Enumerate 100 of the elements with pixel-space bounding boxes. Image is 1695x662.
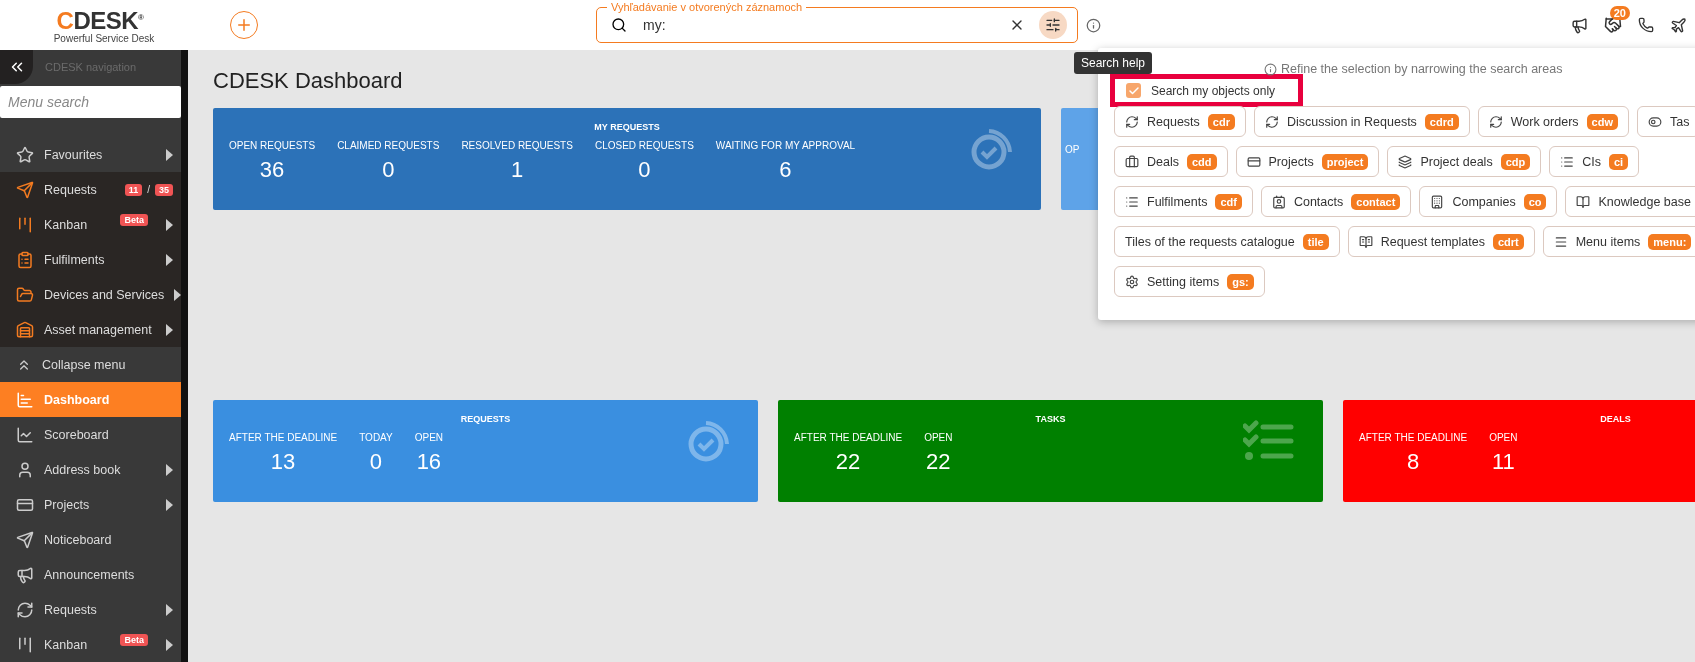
plus-icon — [235, 16, 253, 34]
shortcut-tag: cdd — [1186, 153, 1217, 170]
collapse-menu-item[interactable]: Collapse menu — [0, 347, 181, 383]
metric-value: 6 — [779, 157, 792, 183]
separator: / — [147, 184, 150, 196]
search-area-chip[interactable]: Request templates cdrt — [1347, 226, 1535, 257]
sidebar-item[interactable]: Scoreboard — [0, 417, 181, 453]
sidebar-item[interactable]: Requests 11 / 35 — [0, 172, 181, 208]
shortcut-tag: cdrd — [1424, 113, 1459, 130]
shortcut-tag: cdr — [1207, 113, 1235, 130]
search-area-chip[interactable]: Requests cdr — [1114, 106, 1246, 137]
shortcut-tag: cdw — [1586, 113, 1618, 130]
shortcut-tag: contact — [1351, 193, 1401, 210]
checkbox-label[interactable]: Search my objects only — [1151, 83, 1276, 98]
sidebar-item[interactable]: Devices and Services — [0, 277, 181, 313]
menu-search-field[interactable]: Menu search — [0, 86, 181, 119]
tile-title: DEALS — [1600, 414, 1631, 424]
page-title: CDESK Dashboard — [213, 68, 403, 94]
sidebar-item[interactable]: Requests — [0, 592, 181, 628]
beta-tag: Beta — [120, 633, 148, 646]
metric-label: AFTER THE DEADLINE — [794, 432, 903, 443]
metric-label: AFTER THE DEADLINE — [229, 432, 338, 443]
beta-tag: Beta — [120, 213, 148, 226]
arrow-icon — [166, 498, 173, 511]
sidebar-item[interactable]: Favourites — [0, 137, 181, 173]
checkbox[interactable] — [1126, 83, 1141, 98]
cycle-icon — [1264, 114, 1279, 129]
metric-value: 11 — [1491, 449, 1515, 475]
metric-label: TODAY — [359, 432, 393, 443]
notification-badge: 20 — [1609, 6, 1630, 20]
metric-label: WAITING FOR MY APPROVAL — [715, 140, 856, 151]
search-area-chip[interactable]: Companies co — [1419, 186, 1558, 217]
shortcut-tag: co — [1523, 193, 1547, 210]
count-badge: 11 — [124, 183, 143, 196]
metric-value: 0 — [382, 157, 395, 183]
metric-value: 8 — [1406, 449, 1420, 475]
search-area-chip[interactable]: Menu items menu: — [1542, 226, 1695, 257]
hint-text: Refine the selection by narrowing the search areas — [1281, 62, 1563, 76]
info-icon — [1264, 62, 1277, 76]
search-area-chip[interactable]: CIs ci — [1549, 146, 1640, 177]
handshake-icon[interactable] — [1604, 16, 1622, 34]
metric-value: 22 — [926, 449, 951, 475]
arrow-icon — [166, 148, 173, 161]
search-area-chip[interactable]: Discussion in Requests cdrd — [1253, 106, 1470, 137]
metric-value: 36 — [259, 157, 285, 183]
search-area-chip[interactable]: Tas — [1636, 106, 1695, 137]
contact-card-icon — [1271, 194, 1286, 209]
info-icon[interactable] — [1086, 17, 1101, 33]
tile-title: TASKS — [1035, 414, 1066, 424]
search-area-chip[interactable]: Work orders cdw — [1477, 106, 1629, 137]
cycle-icon — [1488, 114, 1503, 129]
metric-label: OPEN — [414, 432, 444, 443]
metric-value: 1 — [511, 157, 524, 183]
metric-label: OPEN — [924, 432, 953, 443]
metric-label: OPEN REQUESTS — [229, 140, 316, 151]
sidebar-item[interactable]: Kanban Beta — [0, 627, 181, 662]
collapse-button[interactable] — [0, 50, 33, 84]
sidebar-item[interactable]: Address book — [0, 452, 181, 488]
toggle-icon — [1647, 114, 1662, 129]
sidebar-item[interactable]: Announcements — [0, 557, 181, 593]
plane-icon[interactable] — [1670, 16, 1687, 34]
search-area-chip[interactable]: Setting items gs: — [1114, 266, 1265, 297]
metric-label: RESOLVED REQUESTS — [461, 140, 573, 151]
sidebar-item[interactable]: Kanban Beta — [0, 207, 181, 243]
metric-value: 13 — [270, 449, 296, 475]
card-icon — [1246, 154, 1261, 169]
metric-value: 0 — [638, 157, 651, 183]
search-area-chip[interactable]: Contacts contact — [1260, 186, 1412, 217]
logo: CDESK$^{®}$ Powerful Service Desk — [52, 6, 156, 44]
briefcase-icon — [1125, 154, 1139, 169]
shortcut-tag: ci — [1608, 153, 1629, 170]
search-help-button[interactable] — [1039, 11, 1067, 39]
shortcut-tag: gs: — [1227, 273, 1254, 290]
search-area-chip[interactable]: Projects project — [1235, 146, 1380, 177]
shortcut-tag: cdf — [1215, 193, 1242, 210]
search-area-chip[interactable]: Fulfilments cdf — [1114, 186, 1253, 217]
search-area-chip[interactable]: Knowledge base — [1565, 186, 1695, 217]
arrow-icon — [166, 463, 173, 476]
metric-label: CLAIMED REQUESTS — [337, 140, 440, 151]
sidebar-item[interactable]: Noticeboard — [0, 522, 181, 558]
arrow-icon — [166, 638, 173, 651]
phone-icon[interactable] — [1638, 17, 1654, 33]
megaphone-icon[interactable] — [1571, 16, 1588, 34]
search-input[interactable]: my: — [641, 16, 995, 34]
search-area-chip[interactable]: Tiles of the requests catalogue tile — [1114, 226, 1340, 257]
book-icon — [1576, 194, 1591, 209]
shortcut-tag: menu: — [1648, 233, 1692, 250]
search-area-chip[interactable]: Project deals cdp — [1387, 146, 1542, 177]
sidebar-item[interactable]: Fulfilments — [0, 242, 181, 278]
arrow-icon — [174, 288, 182, 301]
tooltip: Search help — [1074, 52, 1153, 74]
sidebar-item[interactable]: Asset management — [0, 312, 181, 348]
search-area-chip[interactable]: Deals cdd — [1114, 146, 1228, 177]
sidebar-item[interactable]: Projects — [0, 487, 181, 523]
metric-value: 22 — [835, 449, 861, 475]
list-icon — [1560, 154, 1575, 169]
check-circle-icon — [686, 420, 730, 464]
arrow-icon — [166, 603, 173, 616]
shortcut-tag: project — [1321, 153, 1369, 170]
shortcut-tag: tile — [1302, 233, 1329, 250]
